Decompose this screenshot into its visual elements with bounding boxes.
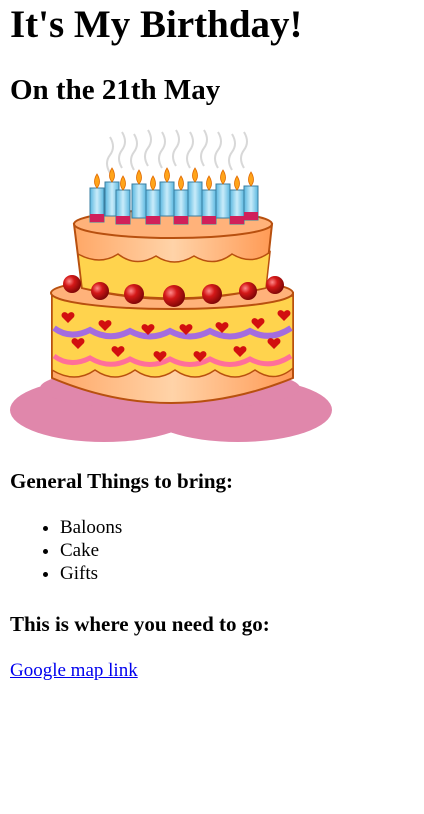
list-item: Baloons xyxy=(60,516,122,539)
bring-heading: General Things to bring: xyxy=(10,469,234,493)
list-item: Gifts xyxy=(60,562,122,585)
candle-icons xyxy=(89,167,259,225)
smoke-icon xyxy=(106,129,248,174)
cake-image xyxy=(10,128,332,446)
list-item: Cake xyxy=(60,539,122,562)
birthday-cake-icon xyxy=(10,129,332,442)
date-subtitle: On the 21th May xyxy=(10,74,221,106)
location-heading: This is where you need to go: xyxy=(10,612,270,636)
page-title: It's My Birthday! xyxy=(10,3,303,46)
bring-list: Baloons Cake Gifts xyxy=(10,516,122,585)
google-map-link[interactable]: Google map link xyxy=(10,659,138,682)
